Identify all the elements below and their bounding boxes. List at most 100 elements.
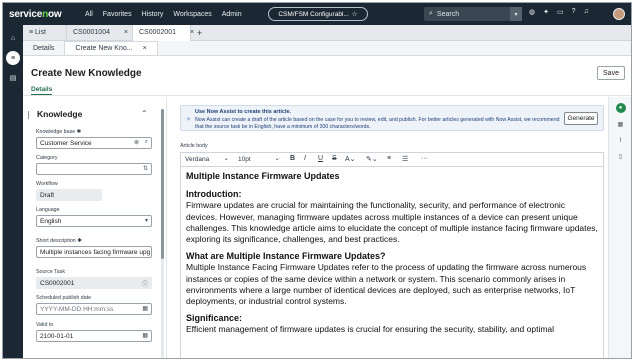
list-menu-icon[interactable]: ≡: [6, 51, 20, 65]
page-title: Create New Knowledge: [31, 68, 142, 79]
tab-list[interactable]: ≡ List: [23, 24, 67, 41]
inbox-icon[interactable]: ▤: [6, 71, 20, 85]
workflow-label: Workflow: [36, 181, 58, 187]
section-heading: What are Multiple Instance Firmware Upda…: [186, 251, 386, 262]
language-value: English: [40, 217, 62, 225]
servicenow-logo[interactable]: servicenow: [9, 9, 75, 20]
calendar-icon[interactable]: ▦: [142, 332, 148, 339]
section-heading: Introduction:: [186, 189, 242, 200]
grid-icon[interactable]: ▦: [616, 119, 626, 129]
text-color-icon[interactable]: A⌄: [345, 155, 356, 163]
rich-text-editor[interactable]: Verdana 10pt B I U S A⌄ ✎⌄ ≡ ☰ ··· Multi…: [180, 152, 604, 358]
source-task-field: Source Task CS0002001 ⓘ: [36, 269, 152, 289]
editor-content[interactable]: Multiple Instance Firmware Updates Intro…: [181, 167, 603, 336]
publish-date-label: Scheduled publish date: [36, 295, 92, 301]
required-icon: ✱: [77, 238, 82, 244]
application-scope-picker[interactable]: CSM/FSM Configurabl... ☆: [268, 7, 368, 21]
tab-details[interactable]: Details: [31, 86, 53, 95]
subtab-create-label: Create New Kno...: [75, 45, 133, 52]
language-field: Language English ▾: [36, 207, 152, 227]
page-header: Create New Knowledge Save Details: [23, 56, 631, 96]
global-search[interactable]: ⌕ Search ▾: [424, 7, 522, 21]
add-tab-icon[interactable]: +: [191, 28, 208, 38]
knowledge-form-panel: Knowledge ⌃ Knowledge base ✱ Customer Se…: [23, 97, 167, 358]
document-icon[interactable]: ▯: [616, 151, 626, 161]
publish-date-placeholder: YYYY-MM-DD HH:mm:ss: [40, 305, 114, 313]
font-family-select[interactable]: Verdana: [185, 154, 231, 163]
globe-icon[interactable]: ◍: [529, 8, 535, 16]
article-body-label: Article body: [180, 143, 208, 149]
subtab-create-knowledge[interactable]: Create New Kno... ×: [64, 41, 158, 55]
nav-admin[interactable]: Admin: [222, 11, 242, 18]
required-icon: ✱: [76, 129, 82, 135]
valid-to-input[interactable]: 2100-01-01 ▦: [36, 330, 152, 342]
article-title: Multiple Instance Firmware Updates: [186, 171, 340, 181]
align-left-icon[interactable]: ≡: [387, 155, 391, 162]
help-icon[interactable]: ?: [572, 8, 576, 16]
tab-list-label: ≡ List: [29, 29, 46, 36]
drag-handle[interactable]: [28, 111, 29, 119]
short-desc-label: Short description: [36, 238, 76, 244]
language-select[interactable]: English ▾: [36, 215, 152, 227]
kb-label: Knowledge base: [36, 129, 76, 135]
publish-date-input[interactable]: YYYY-MM-DD HH:mm:ss ▦: [36, 303, 152, 315]
now-assist-banner: ✧ Use Now Assist to create this article.…: [180, 105, 604, 131]
strikethrough-icon[interactable]: S: [332, 155, 337, 162]
chevron-down-icon: ▾: [144, 218, 148, 224]
nav-workspaces[interactable]: Workspaces: [173, 11, 211, 18]
scrollbar[interactable]: [161, 109, 164, 358]
bullet-list-icon[interactable]: ☰: [402, 155, 408, 163]
section-heading: Knowledge: [37, 109, 83, 119]
close-icon[interactable]: ×: [124, 29, 128, 36]
generate-button[interactable]: Generate: [564, 112, 598, 125]
valid-to-field: Valid to 2100-01-01 ▦: [36, 322, 152, 342]
assist-body: Now Assist can create a draft of the art…: [195, 117, 560, 130]
left-rail: ⌂ ≡ ▤: [3, 25, 23, 358]
knowledge-base-input[interactable]: Customer Service ⊗ ⌕: [36, 137, 152, 149]
search-icon[interactable]: ⌕: [145, 139, 148, 146]
top-navigation: servicenow All Favorites History Workspa…: [3, 3, 631, 25]
source-task-label: Source Task: [36, 269, 66, 275]
attachment-icon[interactable]: ⌇: [616, 135, 626, 145]
user-avatar[interactable]: [613, 8, 625, 20]
clear-icon[interactable]: ⊗: [134, 139, 139, 146]
highlight-color-icon[interactable]: ✎⌄: [366, 155, 378, 163]
section-text: Efficient management of firmware updates…: [186, 324, 555, 335]
short-description-input[interactable]: Multiple instances facing firmware upg: [36, 246, 152, 258]
italic-icon[interactable]: I: [304, 155, 306, 162]
underline-icon[interactable]: U: [318, 155, 323, 162]
nav-history[interactable]: History: [142, 11, 164, 18]
subtab-details-label: Details: [33, 44, 55, 52]
nav-all[interactable]: All: [85, 11, 93, 18]
tab-cs0001004[interactable]: CS0001004 ×: [67, 24, 133, 41]
font-size-select[interactable]: 10pt: [238, 154, 282, 163]
subtab-details[interactable]: Details: [23, 41, 64, 55]
calendar-icon[interactable]: ▦: [142, 305, 148, 312]
star-icon[interactable]: ☆: [352, 10, 358, 18]
workflow-value: Draft: [36, 189, 102, 201]
bold-icon[interactable]: B: [290, 155, 295, 162]
chevron-up-icon[interactable]: ⌃: [141, 109, 148, 118]
valid-to-label: Valid to: [36, 322, 54, 328]
section-text: Multiple Instance Facing Firmware Update…: [186, 262, 587, 307]
save-button[interactable]: Save: [597, 66, 625, 80]
sparkle-icon: ✧: [186, 117, 192, 123]
now-assist-icon[interactable]: ●: [615, 103, 626, 113]
nav-favorites[interactable]: Favorites: [103, 11, 132, 18]
info-icon[interactable]: ⓘ: [142, 279, 148, 288]
chat-icon[interactable]: ▭: [557, 8, 564, 16]
close-icon[interactable]: ×: [143, 45, 147, 52]
nav-icon-group: ◍ ✦ ▭ ? ♫: [529, 8, 589, 16]
favorites-star-icon[interactable]: ✦: [543, 8, 549, 16]
section-heading: Significance:: [186, 313, 243, 324]
tab-cs0002001[interactable]: CS0002001 ×: [133, 24, 194, 41]
chevron-down-icon[interactable]: ▾: [510, 7, 522, 21]
publish-date-field: Scheduled publish date YYYY-MM-DD HH:mm:…: [36, 295, 152, 315]
source-task-text: CS0002001: [40, 279, 75, 287]
home-icon[interactable]: ⌂: [6, 31, 20, 45]
reference-picker-icon[interactable]: ⇅: [143, 165, 148, 172]
category-input[interactable]: ⇅: [36, 163, 152, 175]
more-options-icon[interactable]: ···: [421, 155, 428, 162]
bell-icon[interactable]: ♫: [584, 8, 589, 16]
nav-links: All Favorites History Workspaces Admin: [85, 11, 242, 18]
